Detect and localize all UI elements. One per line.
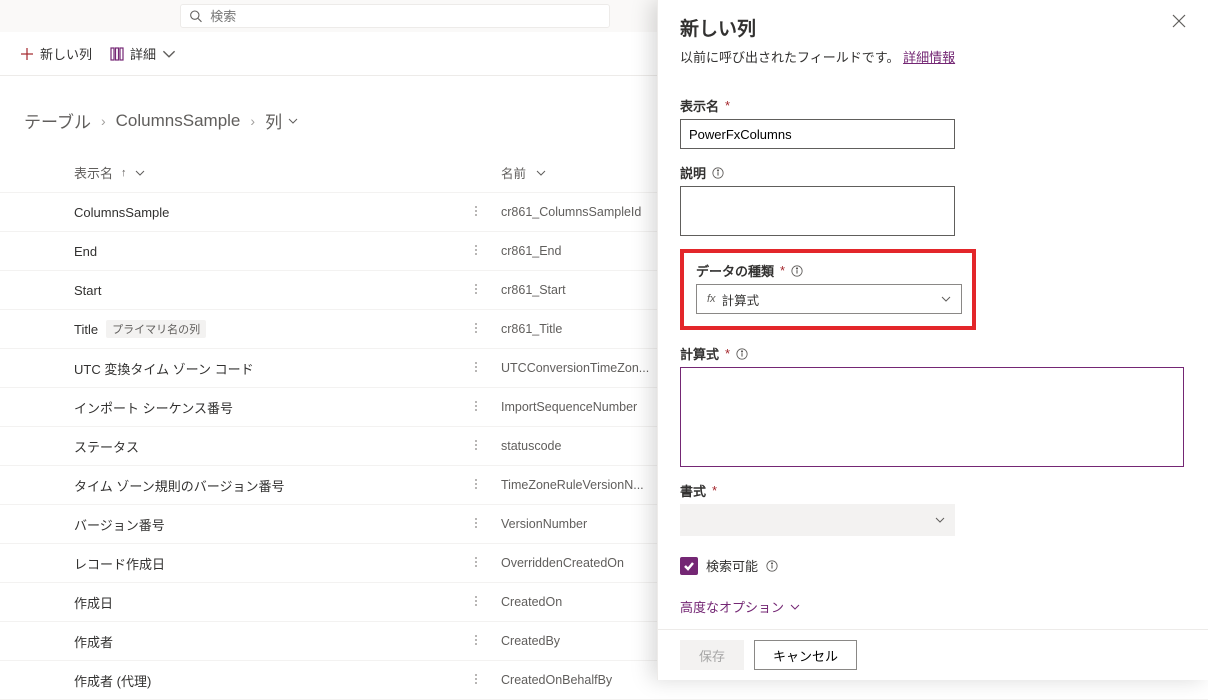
cell-display-name: Start bbox=[74, 283, 469, 298]
row-more-button[interactable] bbox=[469, 243, 483, 260]
row-more-button[interactable] bbox=[469, 672, 483, 689]
details-command[interactable]: 詳細 bbox=[110, 44, 176, 63]
advanced-options-toggle[interactable]: 高度なオプション bbox=[680, 597, 1186, 616]
breadcrumb-root[interactable]: テーブル bbox=[24, 108, 91, 133]
panel-title: 新しい列 bbox=[680, 14, 1172, 41]
panel-subtitle: 以前に呼び出されたフィールドです。 詳細情報 bbox=[658, 47, 1208, 80]
datatype-highlight: データの種類* fx 計算式 bbox=[680, 249, 976, 330]
cell-display-name: UTC 変換タイム ゾーン コード bbox=[74, 359, 469, 378]
ellipsis-v-icon bbox=[469, 477, 483, 491]
description-input[interactable] bbox=[680, 186, 955, 236]
new-column-label: 新しい列 bbox=[40, 44, 92, 63]
cell-display-name: ColumnsSample bbox=[74, 205, 469, 220]
chevron-down-icon bbox=[536, 168, 546, 178]
row-more-button[interactable] bbox=[469, 321, 483, 338]
cancel-button[interactable]: キャンセル bbox=[754, 640, 857, 670]
row-more-button[interactable] bbox=[469, 516, 483, 533]
row-more-button[interactable] bbox=[469, 360, 483, 377]
global-search-box[interactable] bbox=[180, 4, 610, 28]
display-name-input[interactable] bbox=[680, 119, 955, 149]
chevron-down-icon bbox=[135, 168, 145, 178]
details-label: 詳細 bbox=[130, 44, 156, 63]
chevron-down-icon bbox=[935, 515, 945, 525]
ellipsis-v-icon bbox=[469, 516, 483, 530]
save-button[interactable]: 保存 bbox=[680, 640, 744, 670]
new-column-panel: 新しい列 以前に呼び出されたフィールドです。 詳細情報 表示名* 説明 データの… bbox=[657, 0, 1208, 680]
header-display-name[interactable]: 表示名 ↑ bbox=[74, 163, 469, 182]
searchable-checkbox[interactable] bbox=[680, 557, 698, 575]
info-icon bbox=[791, 265, 803, 277]
ellipsis-v-icon bbox=[469, 399, 483, 413]
plus-icon bbox=[20, 47, 34, 61]
display-name-label: 表示名* bbox=[680, 96, 1186, 115]
fx-icon: fx bbox=[707, 293, 716, 305]
formula-editor[interactable] bbox=[680, 367, 1184, 467]
searchable-label: 検索可能 bbox=[706, 556, 758, 575]
ellipsis-v-icon bbox=[469, 243, 483, 257]
row-more-button[interactable] bbox=[469, 633, 483, 650]
cell-display-name: レコード作成日 bbox=[74, 554, 469, 573]
row-more-button[interactable] bbox=[469, 282, 483, 299]
new-column-command[interactable]: 新しい列 bbox=[20, 44, 92, 63]
breadcrumb-sep: › bbox=[250, 113, 255, 129]
format-select[interactable] bbox=[680, 504, 955, 536]
ellipsis-v-icon bbox=[469, 555, 483, 569]
ellipsis-v-icon bbox=[469, 438, 483, 452]
breadcrumb-last[interactable]: 列 bbox=[265, 108, 298, 133]
cell-display-name: 作成日 bbox=[74, 593, 469, 612]
cell-display-name: 作成者 bbox=[74, 632, 469, 651]
row-more-button[interactable] bbox=[469, 438, 483, 455]
chevron-down-icon bbox=[790, 602, 800, 612]
description-label: 説明 bbox=[680, 163, 1186, 182]
check-icon bbox=[683, 560, 695, 572]
search-input[interactable] bbox=[210, 9, 601, 24]
ellipsis-v-icon bbox=[469, 672, 483, 686]
datatype-value: 計算式 bbox=[722, 290, 760, 309]
search-icon bbox=[189, 9, 202, 23]
row-more-button[interactable] bbox=[469, 399, 483, 416]
cell-display-name: ステータス bbox=[74, 437, 469, 456]
chevron-down-icon bbox=[288, 116, 298, 126]
formula-label: 計算式* bbox=[680, 344, 1186, 363]
cell-display-name: Titleプライマリ名の列 bbox=[74, 320, 469, 338]
ellipsis-v-icon bbox=[469, 282, 483, 296]
row-more-button[interactable] bbox=[469, 555, 483, 572]
info-icon bbox=[766, 560, 778, 572]
cell-display-name: バージョン番号 bbox=[74, 515, 469, 534]
ellipsis-v-icon bbox=[469, 633, 483, 647]
row-more-button[interactable] bbox=[469, 477, 483, 494]
cell-display-name: End bbox=[74, 244, 469, 259]
breadcrumb-mid[interactable]: ColumnsSample bbox=[116, 111, 241, 131]
cell-display-name: インポート シーケンス番号 bbox=[74, 398, 469, 417]
close-button[interactable] bbox=[1172, 14, 1186, 31]
format-label: 書式* bbox=[680, 481, 1186, 500]
chevron-down-icon bbox=[162, 47, 176, 61]
row-more-button[interactable] bbox=[469, 204, 483, 221]
breadcrumb-sep: › bbox=[101, 113, 106, 129]
info-icon bbox=[736, 348, 748, 360]
row-more-button[interactable] bbox=[469, 594, 483, 611]
ellipsis-v-icon bbox=[469, 204, 483, 218]
primary-name-pill: プライマリ名の列 bbox=[106, 320, 206, 338]
datatype-select[interactable]: fx 計算式 bbox=[696, 284, 962, 314]
learn-more-link[interactable]: 詳細情報 bbox=[903, 50, 955, 65]
ellipsis-v-icon bbox=[469, 360, 483, 374]
ellipsis-v-icon bbox=[469, 321, 483, 335]
cell-display-name: タイム ゾーン規則のバージョン番号 bbox=[74, 476, 469, 495]
ellipsis-v-icon bbox=[469, 594, 483, 608]
cell-display-name: 作成者 (代理) bbox=[74, 671, 469, 690]
datatype-label: データの種類* bbox=[696, 261, 960, 280]
sort-asc-icon: ↑ bbox=[121, 167, 127, 179]
columns-icon bbox=[110, 47, 124, 61]
close-icon bbox=[1172, 14, 1186, 28]
chevron-down-icon bbox=[941, 294, 951, 304]
info-icon bbox=[712, 167, 724, 179]
